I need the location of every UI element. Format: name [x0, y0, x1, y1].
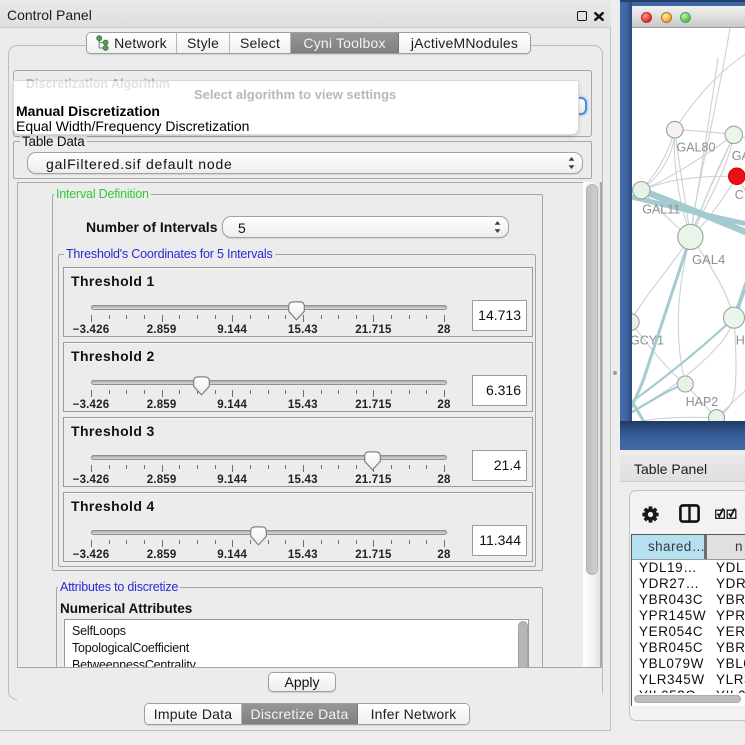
svg-text:GAL80: GAL80 [677, 141, 716, 155]
svg-text:HAP2: HAP2 [686, 395, 719, 409]
svg-text:C: C [735, 188, 744, 202]
svg-text:GAL4: GAL4 [692, 252, 725, 267]
svg-text:H: H [736, 334, 745, 348]
svg-text:GAL11: GAL11 [642, 202, 680, 216]
svg-text:GCY1: GCY1 [632, 334, 664, 348]
svg-text:GA: GA [732, 149, 745, 163]
